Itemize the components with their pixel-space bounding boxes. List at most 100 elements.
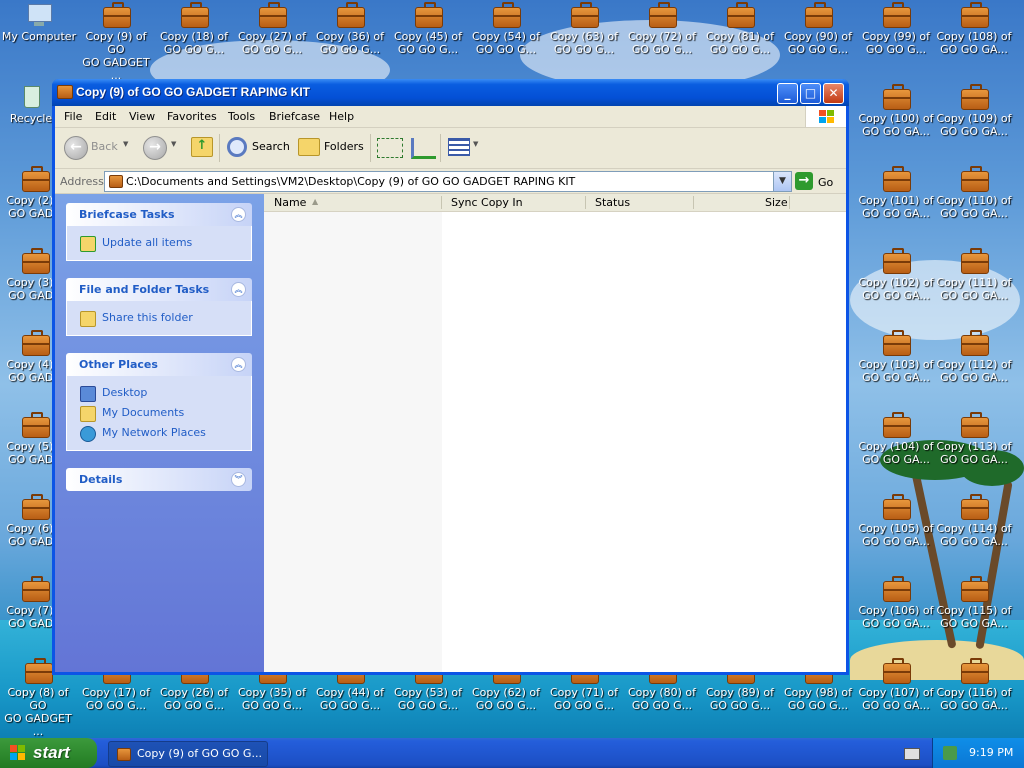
desktop-icon-briefcase[interactable]: Copy (45) of GO GO G... (389, 2, 467, 56)
clock[interactable]: 9:19 PM (969, 746, 1013, 759)
desktop-icon-briefcase[interactable]: Copy (101) of GO GO GA... (857, 166, 935, 220)
desktop-icon-briefcase[interactable]: Copy (105) of GO GO GA... (857, 494, 935, 548)
desktop-icon-briefcase[interactable]: Copy (36) of GO GO G... (311, 2, 389, 56)
forward-arrow-icon[interactable]: → (143, 136, 167, 160)
briefcase-icon (648, 2, 677, 28)
move-to-icon[interactable] (377, 138, 403, 158)
views-dropdown-icon[interactable]: ▼ (473, 140, 478, 148)
folders-icon[interactable] (298, 138, 320, 156)
desktop-icon-briefcase[interactable]: Copy (109) of GO GO GA... (935, 84, 1013, 138)
desktop-icon-briefcase[interactable]: Copy (100) of GO GO GA... (857, 84, 935, 138)
desktop-link[interactable]: Desktop (67, 384, 251, 404)
column-divider[interactable] (441, 196, 442, 209)
panel-header[interactable]: Other Places ︽ (66, 353, 252, 376)
go-button[interactable]: Go (818, 176, 833, 189)
desktop-icon-briefcase[interactable]: Copy (113) of GO GO GA... (935, 412, 1013, 466)
desktop-icon-briefcase[interactable]: Copy (108) of GO GO GA... (935, 2, 1013, 56)
desktop-icon-label: Copy (114) of GO GO GA... (936, 522, 1012, 548)
desktop-icon-briefcase[interactable]: Copy (99) of GO GO G... (857, 2, 935, 56)
folders-button[interactable]: Folders (324, 140, 364, 153)
close-button[interactable]: ✕ (823, 83, 844, 104)
forward-dropdown-icon[interactable]: ▼ (171, 140, 176, 148)
chevron-down-icon[interactable]: ︾ (231, 472, 246, 487)
recycle-bin-icon (17, 84, 45, 108)
start-button[interactable]: start (0, 738, 97, 768)
briefcase-icon (882, 658, 911, 684)
column-name[interactable]: Name (274, 196, 306, 209)
explorer-window[interactable]: Copy (9) of GO GO GADGET RAPING KIT _ □ … (52, 79, 849, 675)
desktop-icon-briefcase[interactable]: Copy (110) of GO GO GA... (935, 166, 1013, 220)
views-icon[interactable] (448, 138, 470, 156)
address-input[interactable]: C:\Documents and Settings\VM2\Desktop\Co… (104, 171, 792, 192)
up-folder-icon[interactable]: ↑ (191, 137, 213, 157)
desktop-icon-briefcase[interactable]: Copy (106) of GO GO GA... (857, 576, 935, 630)
desktop-icon-briefcase[interactable]: Copy (72) of GO GO G... (623, 2, 701, 56)
my-network-places-link[interactable]: My Network Places (67, 424, 251, 444)
share-folder-link[interactable]: Share this folder (67, 309, 251, 329)
column-size[interactable]: Size (765, 196, 788, 209)
column-divider[interactable] (585, 196, 586, 209)
taskbar-item-explorer[interactable]: Copy (9) of GO GO G... (108, 741, 268, 767)
file-list[interactable]: Name ▲ Sync Copy In Status Size (264, 194, 846, 672)
desktop-icon-briefcase[interactable]: Copy (103) of GO GO GA... (857, 330, 935, 384)
go-arrow-icon[interactable]: → (795, 172, 813, 190)
column-divider[interactable] (693, 196, 694, 209)
panel-header[interactable]: Briefcase Tasks ︽ (66, 203, 252, 226)
briefcase-icon (960, 576, 989, 602)
menu-favorites[interactable]: Favorites (167, 110, 217, 123)
search-button[interactable]: Search (252, 140, 290, 153)
chevron-up-icon[interactable]: ︽ (231, 282, 246, 297)
menu-tools[interactable]: Tools (228, 110, 255, 123)
column-divider[interactable] (789, 196, 790, 209)
desktop-icon-briefcase[interactable]: Copy (18) of GO GO G... (155, 2, 233, 56)
briefcase-icon (102, 2, 131, 28)
address-bar: Address C:\Documents and Settings\VM2\De… (55, 169, 846, 194)
back-arrow-icon[interactable]: ← (64, 136, 88, 160)
chevron-up-icon[interactable]: ︽ (231, 357, 246, 372)
panel-body: Share this folder (66, 301, 252, 336)
desktop-icon-briefcase[interactable]: Copy (102) of GO GO GA... (857, 248, 935, 302)
column-sync-copy-in[interactable]: Sync Copy In (451, 196, 523, 209)
window-titlebar[interactable]: Copy (9) of GO GO GADGET RAPING KIT _ □ … (52, 79, 849, 106)
tray-app-icon[interactable] (943, 746, 957, 760)
details-panel: Details ︾ (66, 468, 252, 491)
panel-header[interactable]: File and Folder Tasks ︽ (66, 278, 252, 301)
desktop-icon-my-computer[interactable]: My Computer (0, 2, 78, 43)
menu-file[interactable]: File (64, 110, 82, 123)
minimize-button[interactable]: _ (777, 83, 798, 104)
desktop-icon-briefcase[interactable]: Copy (114) of GO GO GA... (935, 494, 1013, 548)
desktop-icon-briefcase[interactable]: Copy (115) of GO GO GA... (935, 576, 1013, 630)
copy-to-icon[interactable] (411, 138, 436, 159)
back-button[interactable]: Back (91, 140, 118, 153)
desktop-icon-briefcase[interactable]: Copy (54) of GO GO G... (467, 2, 545, 56)
desktop-icon-briefcase[interactable]: Copy (111) of GO GO GA... (935, 248, 1013, 302)
menu-edit[interactable]: Edit (95, 110, 116, 123)
briefcase-icon (960, 2, 989, 28)
briefcase-icon (960, 84, 989, 110)
briefcase-icon (960, 248, 989, 274)
desktop-icon-briefcase[interactable]: Copy (27) of GO GO G... (233, 2, 311, 56)
my-documents-link[interactable]: My Documents (67, 404, 251, 424)
column-status[interactable]: Status (595, 196, 630, 209)
desktop-icon-label: Copy (100) of GO GO GA... (858, 112, 934, 138)
maximize-button[interactable]: □ (800, 83, 821, 104)
desktop-icon-briefcase[interactable]: Copy (9) of GO GO GADGET ... (77, 2, 155, 82)
desktop-icon-briefcase[interactable]: Copy (63) of GO GO G... (545, 2, 623, 56)
keyboard-icon[interactable] (904, 748, 920, 760)
search-icon[interactable] (227, 137, 247, 157)
back-dropdown-icon[interactable]: ▼ (123, 140, 128, 148)
update-all-items-link[interactable]: Update all items (67, 234, 251, 254)
desktop-icon-briefcase[interactable]: Copy (116) of GO GO GA... (935, 658, 1013, 712)
menu-help[interactable]: Help (329, 110, 354, 123)
desktop-icon-briefcase[interactable]: Copy (104) of GO GO GA... (857, 412, 935, 466)
desktop-icon-briefcase[interactable]: Copy (107) of GO GO GA... (857, 658, 935, 712)
address-dropdown-icon[interactable]: ▼ (773, 172, 791, 191)
panel-header[interactable]: Details ︾ (66, 468, 252, 491)
desktop-icon-briefcase[interactable]: Copy (81) of GO GO G... (701, 2, 779, 56)
menu-briefcase[interactable]: Briefcase (269, 110, 320, 123)
briefcase-icon (21, 248, 50, 274)
menu-view[interactable]: View (129, 110, 155, 123)
chevron-up-icon[interactable]: ︽ (231, 207, 246, 222)
desktop-icon-briefcase[interactable]: Copy (112) of GO GO GA... (935, 330, 1013, 384)
desktop-icon-briefcase[interactable]: Copy (90) of GO GO G... (779, 2, 857, 56)
